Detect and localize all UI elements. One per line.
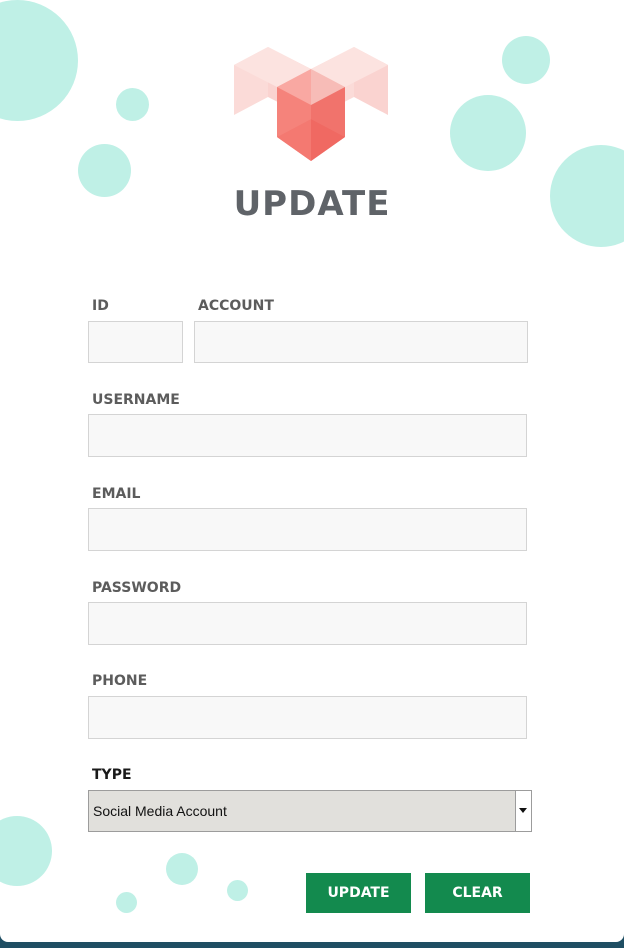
clear-button[interactable]: CLEAR	[425, 873, 530, 913]
phone-label: PHONE	[92, 673, 148, 689]
phone-field[interactable]	[88, 696, 527, 739]
decor-bubble	[0, 816, 52, 886]
username-label: USERNAME	[92, 392, 180, 408]
id-field[interactable]	[88, 321, 183, 363]
account-field[interactable]	[194, 321, 528, 363]
type-label: TYPE	[92, 767, 132, 783]
type-dropdown[interactable]: Social Media Account	[88, 790, 532, 832]
dropdown-toggle[interactable]	[515, 791, 531, 831]
update-form-window: UPDATE ID ACCOUNT USERNAME EMAIL PASSWOR…	[0, 0, 624, 942]
decor-bubble	[502, 36, 550, 84]
password-label: PASSWORD	[92, 580, 182, 596]
type-selected-value: Social Media Account	[93, 803, 227, 819]
email-label: EMAIL	[92, 486, 141, 502]
page-title: UPDATE	[233, 184, 391, 224]
username-field[interactable]	[88, 414, 527, 457]
hearts-cubes-logo-icon	[234, 47, 388, 161]
decor-bubble	[166, 853, 198, 885]
password-field[interactable]	[88, 602, 527, 645]
update-button[interactable]: UPDATE	[306, 873, 411, 913]
decor-bubble	[116, 88, 149, 121]
decor-bubble	[0, 0, 78, 121]
account-label: ACCOUNT	[198, 298, 274, 314]
id-label: ID	[92, 298, 109, 314]
chevron-down-icon	[519, 808, 527, 813]
decor-bubble	[116, 892, 137, 913]
decor-bubble	[450, 95, 526, 171]
email-field[interactable]	[88, 508, 527, 551]
decor-bubble	[227, 880, 248, 901]
